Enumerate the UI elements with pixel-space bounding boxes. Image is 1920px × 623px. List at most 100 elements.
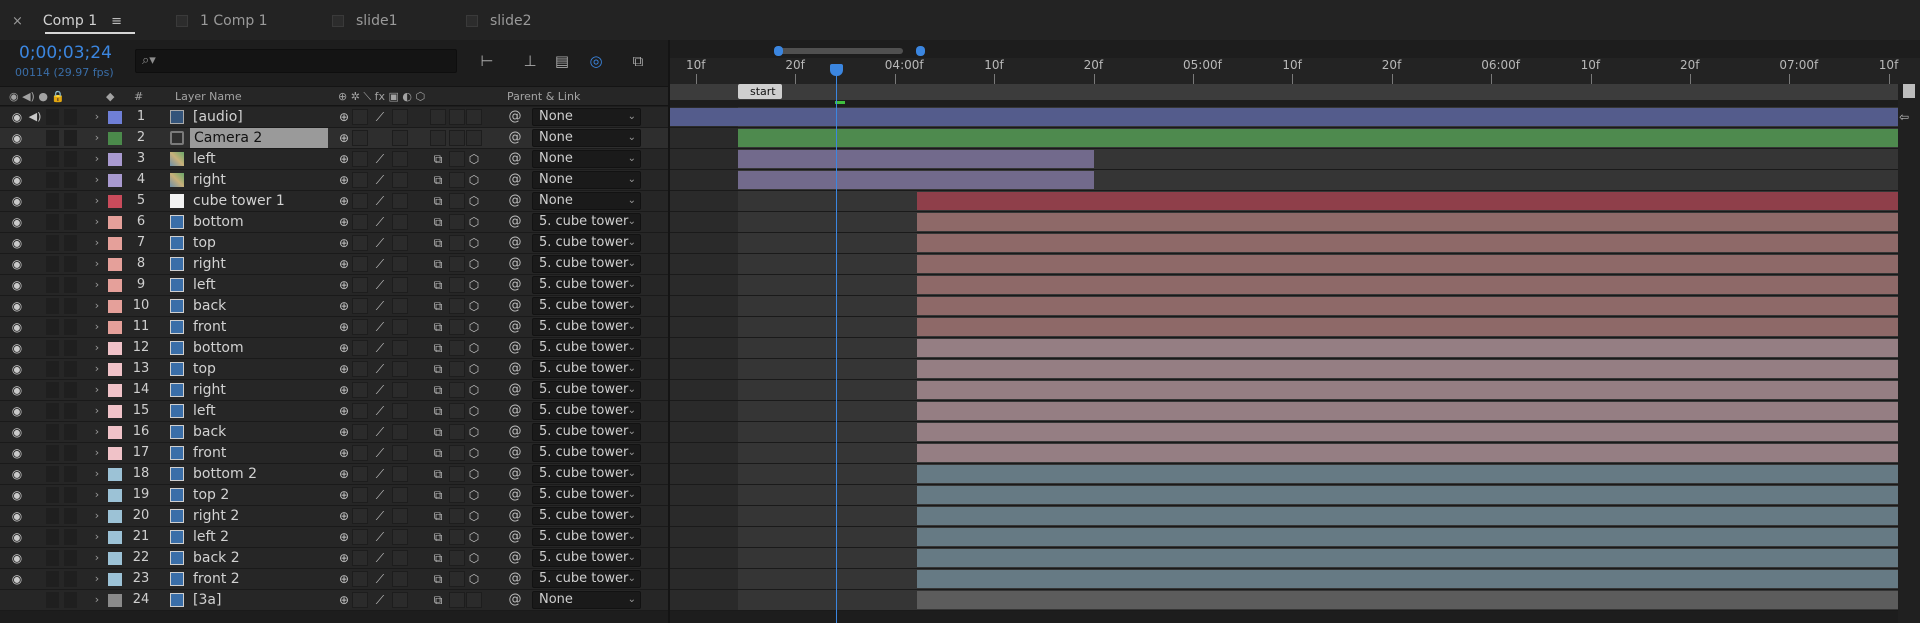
label-color-swatch[interactable] <box>108 426 122 439</box>
eye-icon[interactable]: ◉ <box>9 464 25 484</box>
twirl-down-icon[interactable]: › <box>92 296 102 316</box>
eye-icon[interactable]: ◉ <box>9 506 25 526</box>
adjustment-switch[interactable] <box>449 214 465 230</box>
solo-toggle[interactable] <box>46 193 59 209</box>
adjustment-switch[interactable] <box>449 445 465 461</box>
quality-icon[interactable]: ⟋ <box>372 235 388 251</box>
collapse-switch[interactable] <box>352 340 368 356</box>
lock-toggle[interactable] <box>64 256 77 272</box>
quality-icon[interactable]: ⟋ <box>372 592 388 608</box>
collapse-switch[interactable] <box>352 550 368 566</box>
audio-toggle-slot[interactable] <box>27 359 43 379</box>
layer-row[interactable]: ◉ › 23 front 2 ⊕ ⟋ ⧉ ⬡ @ 5. cube tower ⌄ <box>0 569 668 590</box>
effects-switch[interactable] <box>392 508 408 524</box>
eye-icon[interactable]: ◉ <box>9 296 25 316</box>
lock-toggle[interactable] <box>64 109 77 125</box>
solo-toggle[interactable] <box>46 256 59 272</box>
3d-cube-icon[interactable]: ⬡ <box>466 529 482 545</box>
lock-toggle[interactable] <box>64 571 77 587</box>
pick-whip-icon[interactable]: @ <box>506 485 524 505</box>
layer-row[interactable]: ◉ › 10 back ⊕ ⟋ ⧉ ⬡ @ 5. cube tower ⌄ <box>0 296 668 317</box>
effects-switch[interactable] <box>392 340 408 356</box>
layer-name[interactable]: back <box>193 422 328 442</box>
pick-whip-icon[interactable]: @ <box>506 443 524 463</box>
pick-whip-icon[interactable]: @ <box>506 569 524 589</box>
effects-switch[interactable] <box>392 592 408 608</box>
shy-icon[interactable]: ⊕ <box>336 550 352 566</box>
collapse-switch[interactable] <box>352 235 368 251</box>
layer-duration-bar[interactable] <box>917 423 1898 441</box>
solo-toggle[interactable] <box>46 298 59 314</box>
layer-row[interactable]: ◉ › 16 back ⊕ ⟋ ⧉ ⬡ @ 5. cube tower ⌄ <box>0 422 668 443</box>
collapse-switch[interactable] <box>352 298 368 314</box>
layer-duration-bar[interactable] <box>738 150 1094 168</box>
adjustment-switch[interactable] <box>449 487 465 503</box>
lock-toggle[interactable] <box>64 382 77 398</box>
layer-name[interactable]: left <box>193 401 328 421</box>
3d-cube-icon[interactable]: ⬡ <box>466 319 482 335</box>
layer-duration-bar[interactable] <box>917 402 1898 420</box>
twirl-down-icon[interactable]: › <box>92 422 102 442</box>
twirl-down-icon[interactable]: › <box>92 275 102 295</box>
eye-icon[interactable]: ◉ <box>9 422 25 442</box>
tab-slide2[interactable]: slide2 <box>466 10 531 32</box>
shy-icon[interactable]: ⊕ <box>336 277 352 293</box>
pick-whip-icon[interactable]: @ <box>506 212 524 232</box>
audio-toggle-slot[interactable] <box>27 338 43 358</box>
pick-whip-icon[interactable]: @ <box>506 317 524 337</box>
quality-icon[interactable]: ⟋ <box>372 340 388 356</box>
pick-whip-icon[interactable]: @ <box>506 107 524 127</box>
collapse-switch[interactable] <box>352 193 368 209</box>
shy-icon[interactable]: ⊕ <box>336 403 352 419</box>
eye-icon[interactable]: ◉ <box>9 233 25 253</box>
layer-name[interactable]: right 2 <box>193 506 328 526</box>
effects-switch[interactable] <box>392 424 408 440</box>
comp-flowchart-icon[interactable]: ⊢ <box>476 50 498 72</box>
layer-name[interactable]: front 2 <box>193 569 328 589</box>
shy-icon[interactable]: ⊕ <box>336 529 352 545</box>
twirl-down-icon[interactable]: › <box>92 254 102 274</box>
shy-icon[interactable]: ⊕ <box>336 235 352 251</box>
parent-dropdown[interactable]: 5. cube tower ⌄ <box>532 549 641 567</box>
lock-toggle[interactable] <box>64 235 77 251</box>
adjustment-switch[interactable] <box>449 529 465 545</box>
collapse-switch[interactable] <box>352 403 368 419</box>
effects-switch[interactable] <box>392 151 408 167</box>
twirl-down-icon[interactable]: › <box>92 338 102 358</box>
3d-cube-icon[interactable]: ⬡ <box>466 256 482 272</box>
number-column-header[interactable]: # <box>134 90 143 103</box>
shy-icon[interactable]: ⊕ <box>336 256 352 272</box>
parent-dropdown[interactable]: 5. cube tower ⌄ <box>532 255 641 273</box>
motion-blur-icon[interactable]: ⧉ <box>430 592 446 608</box>
pick-whip-icon[interactable]: @ <box>506 359 524 379</box>
label-color-swatch[interactable] <box>108 489 122 502</box>
adjustment-switch[interactable] <box>449 193 465 209</box>
parent-dropdown[interactable]: 5. cube tower ⌄ <box>532 360 641 378</box>
shy-icon[interactable]: ⊕ <box>336 487 352 503</box>
collapse-switch[interactable] <box>352 277 368 293</box>
layer-row[interactable]: ◉ › 19 top 2 ⊕ ⟋ ⧉ ⬡ @ 5. cube tower ⌄ <box>0 485 668 506</box>
solo-toggle[interactable] <box>46 592 59 608</box>
tab-1-comp-1[interactable]: 1 Comp 1 <box>176 10 268 32</box>
layer-row[interactable]: ◉ › 6 bottom ⊕ ⟋ ⧉ ⬡ @ 5. cube tower ⌄ <box>0 212 668 233</box>
parent-link-column-header[interactable]: Parent & Link <box>507 90 580 103</box>
lock-toggle[interactable] <box>64 277 77 293</box>
layer-duration-bar[interactable] <box>917 591 1898 609</box>
twirl-down-icon[interactable]: › <box>92 233 102 253</box>
quality-icon[interactable]: ⟋ <box>372 529 388 545</box>
pick-whip-icon[interactable]: @ <box>506 422 524 442</box>
3d-layer-switch[interactable] <box>466 109 482 125</box>
adjustment-switch[interactable] <box>449 592 465 608</box>
twirl-down-icon[interactable]: › <box>92 590 102 610</box>
pick-whip-icon[interactable]: @ <box>506 380 524 400</box>
adjustment-switch[interactable] <box>449 508 465 524</box>
layer-row[interactable]: ◉ › 21 left 2 ⊕ ⟋ ⧉ ⬡ @ 5. cube tower ⌄ <box>0 527 668 548</box>
parent-dropdown[interactable]: 5. cube tower ⌄ <box>532 423 641 441</box>
pick-whip-icon[interactable]: @ <box>506 233 524 253</box>
layer-row[interactable]: ◉ › 20 right 2 ⊕ ⟋ ⧉ ⬡ @ 5. cube tower ⌄ <box>0 506 668 527</box>
motion-blur-icon[interactable]: ⧉ <box>430 445 446 461</box>
effects-switch[interactable] <box>392 403 408 419</box>
quality-switch[interactable] <box>372 130 388 146</box>
adjustment-switch[interactable] <box>449 298 465 314</box>
layer-name-column-header[interactable]: Layer Name <box>175 90 242 103</box>
